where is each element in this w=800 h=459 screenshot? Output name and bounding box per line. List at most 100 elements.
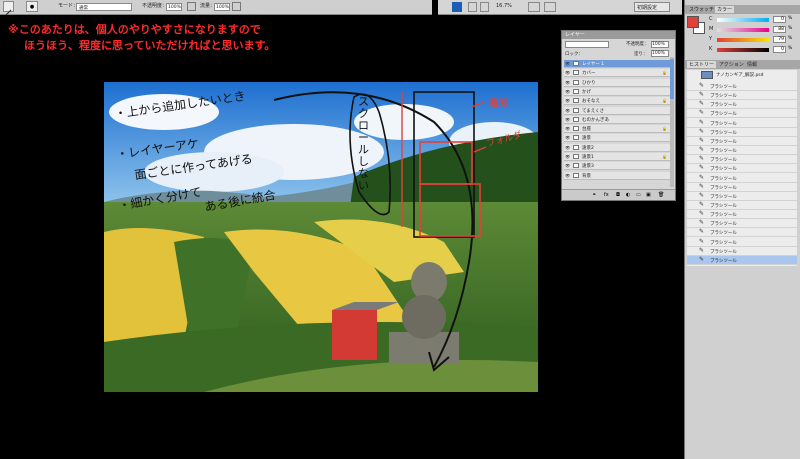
history-snapshot[interactable]: ナノカンギア_解説.psd: [689, 70, 799, 80]
history-step[interactable]: ✎ ブラシツール: [687, 201, 797, 210]
airbrush-toggle-icon[interactable]: [187, 2, 196, 11]
layer-row[interactable]: 👁 むのかんぎあ: [564, 115, 671, 124]
channel-slider[interactable]: [717, 38, 769, 42]
layer-thumbnail: [573, 163, 579, 169]
history-step[interactable]: ✎ ブラシツール: [687, 128, 797, 137]
history-step-label: ブラシツール: [710, 149, 737, 155]
fx-icon[interactable]: fx: [604, 192, 609, 198]
visibility-eye-icon[interactable]: 👁: [565, 70, 570, 75]
visibility-eye-icon[interactable]: 👁: [565, 145, 570, 150]
visibility-eye-icon[interactable]: 👁: [565, 154, 570, 159]
history-step[interactable]: ✎ ブラシツール: [687, 164, 797, 174]
history-step[interactable]: ✎ ブラシツール: [687, 192, 797, 201]
annotation-line-1: ※このあたりは、個人のやりやすさになりますので: [8, 23, 261, 36]
brush-icon: ✎: [699, 164, 705, 172]
layer-row[interactable]: 👁 かげ: [564, 87, 671, 96]
history-step[interactable]: ✎ ブラシツール: [687, 219, 797, 229]
visibility-eye-icon[interactable]: 👁: [565, 108, 570, 113]
layer-thumbnail: [573, 98, 579, 104]
visibility-eye-icon[interactable]: 👁: [565, 61, 570, 66]
layer-name: 背景: [582, 173, 591, 179]
workspace-switcher[interactable]: 初期設定: [634, 2, 670, 12]
layer-name: レイヤー 1: [582, 62, 605, 67]
visibility-eye-icon[interactable]: 👁: [565, 126, 570, 131]
layer-row[interactable]: 👁 レイヤー 1: [564, 60, 671, 68]
fill-field[interactable]: 100%: [651, 50, 669, 57]
channel-value-field[interactable]: 0: [773, 16, 786, 23]
adjustment-icon[interactable]: ◐: [626, 192, 630, 198]
mode-label: モード：: [58, 3, 79, 9]
visibility-eye-icon[interactable]: 👁: [565, 80, 570, 85]
channel-slider[interactable]: [717, 18, 769, 22]
history-step[interactable]: ✎ ブラシツール: [687, 228, 797, 238]
history-step[interactable]: ✎ ブラシツール: [687, 155, 797, 165]
visibility-eye-icon[interactable]: 👁: [565, 135, 570, 140]
brush-preset-picker[interactable]: ●: [26, 1, 38, 12]
history-step[interactable]: ✎ ブラシツール: [687, 137, 797, 146]
brush-icon: ✎: [699, 82, 705, 89]
layer-row[interactable]: 👁 てまえくさ: [564, 106, 671, 115]
foreground-color-swatch[interactable]: [687, 16, 699, 28]
history-step[interactable]: ✎ ブラシツール: [687, 210, 797, 220]
brush-icon: ✎: [699, 237, 705, 245]
history-step[interactable]: ✎ ブラシツール: [687, 183, 797, 192]
brush-tool-icon[interactable]: [3, 1, 14, 16]
arrange-documents-icon[interactable]: [528, 2, 540, 12]
channel-value-field[interactable]: 0: [773, 46, 786, 53]
zoom-level[interactable]: 16.7%: [496, 3, 512, 9]
tab-color[interactable]: カラー: [715, 6, 735, 13]
trash-icon[interactable]: 🗑: [658, 192, 664, 198]
screen-mode-icon[interactable]: [544, 2, 556, 12]
channel-value-field[interactable]: 88: [773, 26, 786, 33]
history-step[interactable]: ✎ ブラシツール: [687, 91, 797, 101]
new-group-icon[interactable]: ▭: [636, 192, 641, 198]
channel-slider[interactable]: [717, 48, 769, 52]
history-step[interactable]: ✎ ブラシツール: [687, 146, 797, 156]
visibility-eye-icon[interactable]: 👁: [565, 98, 570, 103]
visibility-eye-icon[interactable]: 👁: [565, 163, 570, 168]
tab-swatches[interactable]: スウォッチ: [687, 6, 716, 13]
history-step[interactable]: ✎ ブラシツール: [687, 255, 797, 265]
layer-row[interactable]: 👁 台座 🔒: [564, 125, 671, 134]
mask-icon[interactable]: ◘: [616, 192, 620, 198]
link-layers-icon[interactable]: ⚭: [592, 192, 596, 198]
color-channel-row: Y 79%: [709, 36, 794, 44]
flow-field[interactable]: 100%: [214, 3, 230, 11]
visibility-eye-icon[interactable]: 👁: [565, 117, 570, 122]
history-step[interactable]: ✎ ブラシツール: [687, 109, 797, 119]
channel-label: K: [709, 46, 713, 52]
layer-row[interactable]: 👁 遠景2: [564, 143, 671, 152]
layer-scrollbar[interactable]: [670, 57, 674, 187]
new-layer-icon[interactable]: ▣: [646, 192, 651, 198]
tab-info[interactable]: 情報: [745, 61, 759, 68]
layer-row[interactable]: 👁 遠景: [564, 134, 671, 143]
history-step[interactable]: ✎ ブラシツール: [687, 247, 797, 256]
opacity-field[interactable]: 100%: [166, 3, 182, 11]
channel-value-field[interactable]: 79: [773, 36, 786, 43]
history-step[interactable]: ✎ ブラシツール: [687, 100, 797, 110]
history-step[interactable]: ✎ ブラシツール: [687, 119, 797, 128]
mode-select[interactable]: 通常: [76, 3, 132, 11]
blend-mode-select[interactable]: [565, 41, 609, 48]
document-canvas[interactable]: ・上から追加したいとき ・レイヤーアケ 面ごとに作ってあげる ・細かく分けて あ…: [104, 82, 538, 392]
layer-row[interactable]: 👁 おそなえ 🔒: [564, 97, 671, 106]
layer-opacity-field[interactable]: 100%: [651, 41, 669, 48]
layers-panel-header[interactable]: レイヤー: [562, 31, 675, 39]
layer-row[interactable]: 👁 カバー 🔒: [564, 69, 671, 78]
layer-row[interactable]: 👁 ひかり: [564, 78, 671, 87]
history-step[interactable]: ✎ ブラシツール: [687, 82, 797, 91]
tab-actions[interactable]: アクション: [717, 61, 746, 68]
history-step[interactable]: ✎ ブラシツール: [687, 238, 797, 247]
zoom-tool-icon[interactable]: [480, 2, 489, 12]
visibility-eye-icon[interactable]: 👁: [565, 173, 570, 178]
hand-tool-icon[interactable]: [468, 2, 477, 12]
color-channel-row: M 88%: [709, 26, 794, 34]
layer-row[interactable]: 👁 遠景3: [564, 162, 671, 171]
layer-row[interactable]: 👁 背景: [564, 171, 671, 180]
channel-slider[interactable]: [717, 28, 769, 32]
tab-history[interactable]: ヒストリー: [687, 61, 717, 68]
pressure-toggle-icon[interactable]: [232, 2, 241, 11]
layer-row[interactable]: 👁 遠景1 🔒: [564, 153, 671, 161]
visibility-eye-icon[interactable]: 👁: [565, 89, 570, 94]
history-step[interactable]: ✎ ブラシツール: [687, 174, 797, 183]
